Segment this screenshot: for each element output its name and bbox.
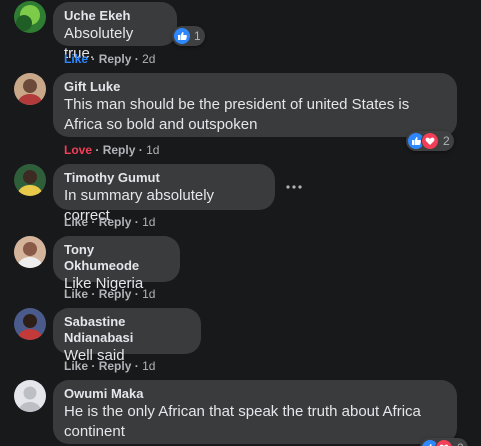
comment-bubble: Owumi Maka He is the only African that s… (53, 380, 457, 444)
like-button[interactable]: Like (64, 52, 88, 66)
comment-text: He is the only African that speak the tr… (64, 403, 421, 440)
love-icon (435, 439, 453, 446)
avatar[interactable] (14, 73, 46, 105)
comment-actions: Like · Reply · 1d (64, 214, 155, 230)
like-button[interactable]: Like (64, 359, 88, 373)
reaction-summary[interactable]: 2 (420, 438, 468, 446)
reply-button[interactable]: Reply (99, 287, 132, 301)
timestamp[interactable]: 1d (142, 359, 155, 373)
avatar[interactable] (14, 308, 46, 340)
comment-author[interactable]: Gift Luke (64, 79, 445, 95)
reaction-count: 2 (457, 441, 464, 446)
comment-bubble: Gift Luke This man should be the preside… (53, 73, 457, 137)
like-icon (174, 28, 190, 44)
avatar[interactable] (14, 380, 46, 412)
timestamp[interactable]: 1d (146, 143, 159, 157)
more-horizontal-icon[interactable] (282, 175, 306, 199)
separator: · (134, 287, 143, 301)
comment-bubble: Sabastine Ndianabasi Well said (53, 308, 201, 364)
avatar[interactable] (14, 164, 46, 196)
separator: · (134, 215, 143, 229)
comment-bubble: Timothy Gumut In summary absolutely corr… (53, 164, 275, 224)
comment-actions: Like · Reply · 2d (64, 51, 155, 67)
separator: · (91, 287, 99, 301)
love-icon (421, 132, 439, 150)
comment-actions: Love · Reply · 1d (64, 142, 159, 158)
comment-bubble: Uche Ekeh Absolutely true. (53, 2, 177, 62)
like-button[interactable]: Like (64, 215, 88, 229)
comment-text: This man should be the president of unit… (64, 96, 410, 133)
comment-author[interactable]: Uche Ekeh (64, 8, 165, 24)
separator: · (138, 143, 147, 157)
reaction-count: 2 (443, 134, 450, 148)
comment-author[interactable]: Timothy Gumut (64, 170, 263, 186)
separator: · (91, 215, 99, 229)
avatar[interactable] (14, 236, 46, 268)
reply-button[interactable]: Reply (99, 359, 132, 373)
comment-author[interactable]: Owumi Maka (64, 386, 445, 402)
comment-actions: Like · Reply · 1d (64, 286, 155, 302)
reply-button[interactable]: Reply (99, 215, 132, 229)
separator: · (91, 359, 99, 373)
separator: · (91, 52, 99, 66)
comment-author[interactable]: Tony Okhumeode (64, 242, 168, 274)
reply-button[interactable]: Reply (99, 52, 132, 66)
reaction-summary[interactable]: 1 (172, 26, 205, 46)
comment-bubble: Tony Okhumeode Like Nigeria (53, 236, 180, 292)
timestamp[interactable]: 1d (142, 287, 155, 301)
comment-actions: Like · Reply · 1d (64, 358, 155, 374)
separator: · (134, 359, 143, 373)
comment-author[interactable]: Sabastine Ndianabasi (64, 314, 189, 346)
like-button[interactable]: Like (64, 287, 88, 301)
separator: · (134, 52, 143, 66)
avatar[interactable] (14, 1, 46, 33)
reaction-summary[interactable]: 2 (406, 131, 454, 151)
timestamp[interactable]: 2d (142, 52, 155, 66)
reply-button[interactable]: Reply (103, 143, 136, 157)
reaction-count: 1 (194, 29, 201, 43)
comment-list: Uche Ekeh Absolutely true. 1 Like · Repl… (0, 0, 481, 446)
love-button[interactable]: Love (64, 143, 92, 157)
timestamp[interactable]: 1d (142, 215, 155, 229)
separator: · (95, 143, 103, 157)
